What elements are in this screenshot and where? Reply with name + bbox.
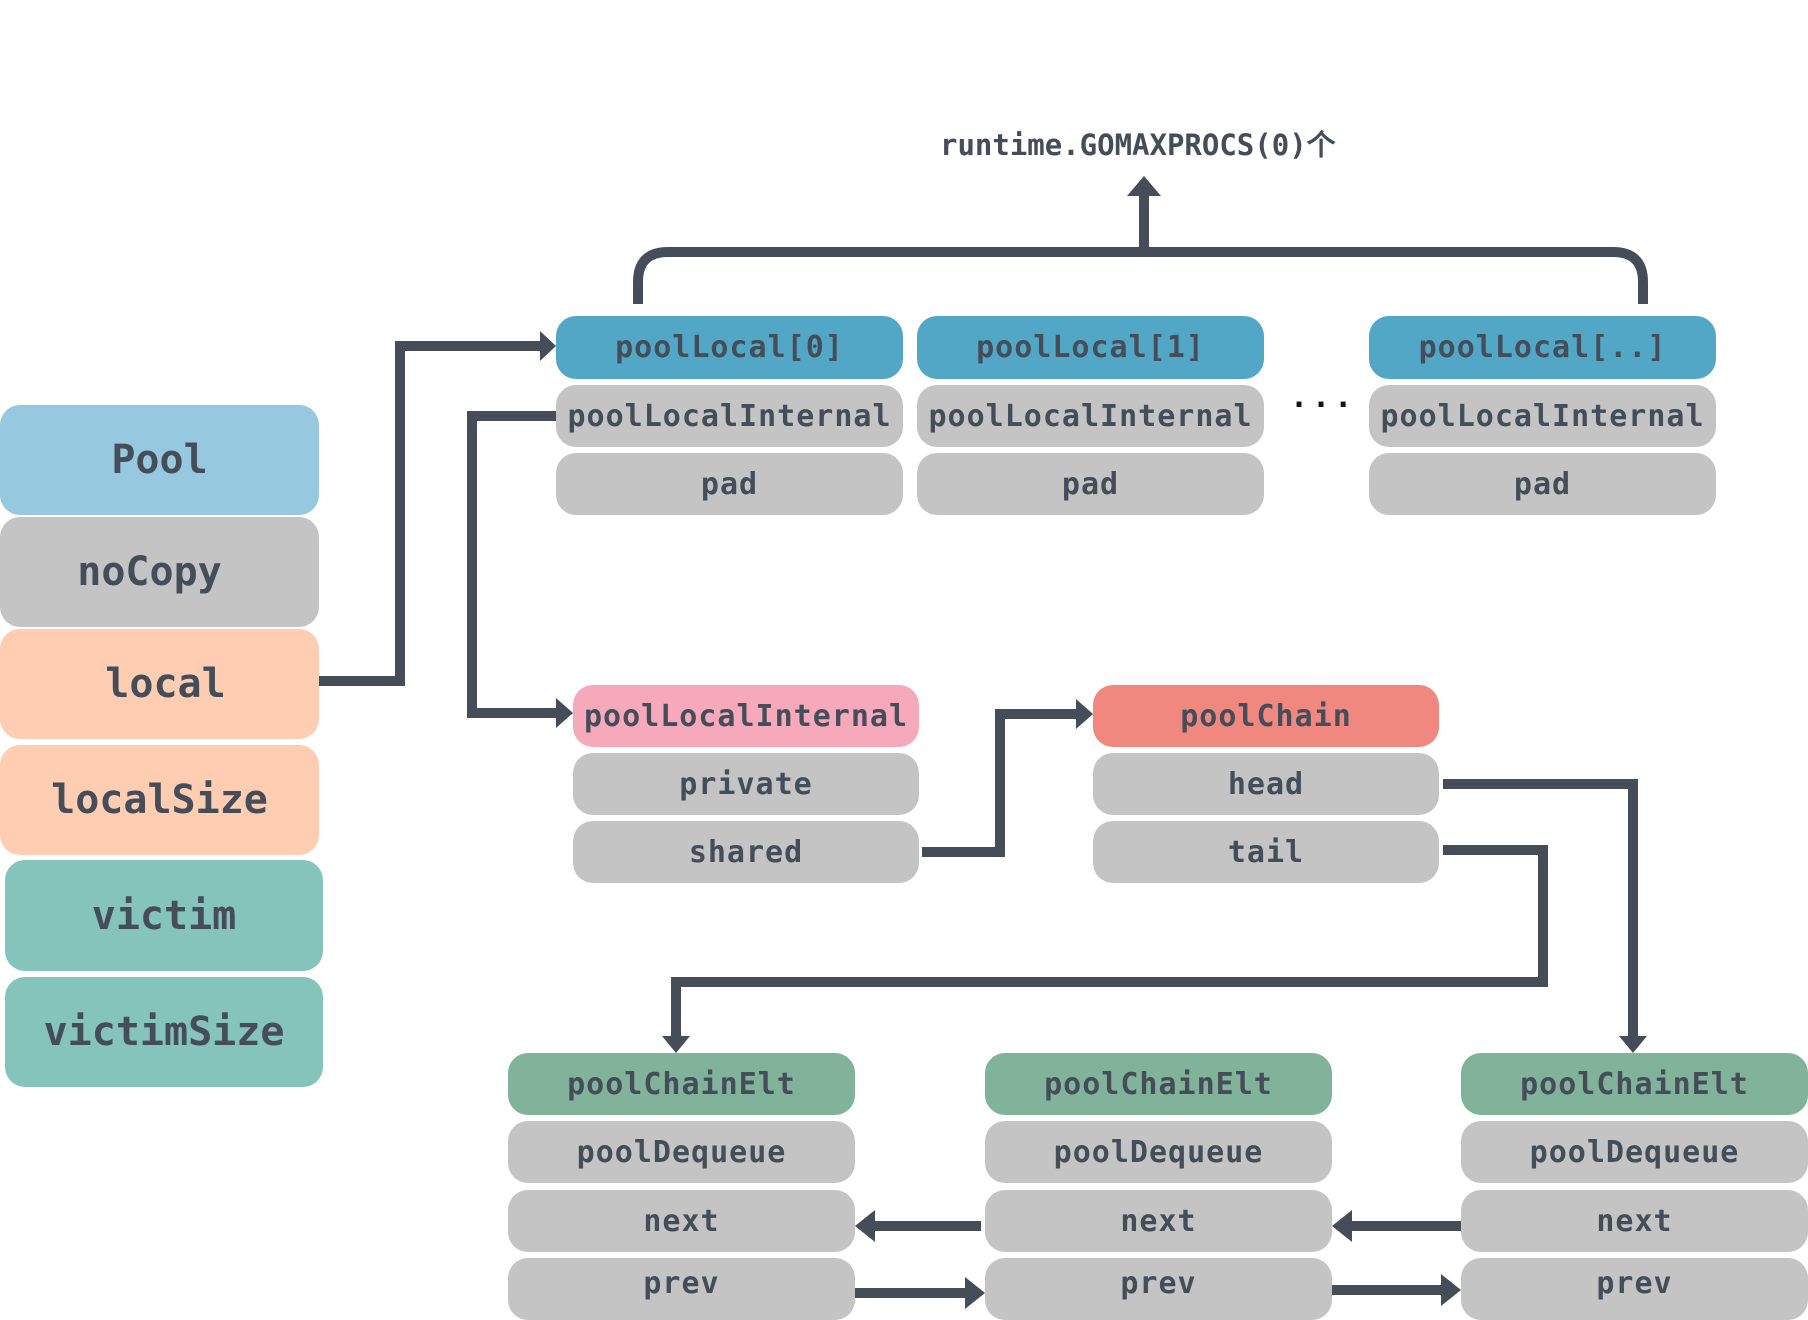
arrowhead-prev-3 xyxy=(1441,1274,1461,1306)
poolchainelt-3-field-pooldequeue: poolDequeue xyxy=(1461,1121,1808,1183)
ellipsis: ... xyxy=(1290,380,1357,415)
poolchainelt-2-field-pooldequeue: poolDequeue xyxy=(985,1121,1332,1183)
poollocalinternal-field-shared: shared xyxy=(573,821,919,883)
connector-shared-to-poolchain xyxy=(922,709,1076,857)
arrowhead-pli-struct xyxy=(556,698,573,728)
poolchain-header: poolChain xyxy=(1093,685,1439,747)
poollocal-1-header: poolLocal[1] xyxy=(917,316,1264,379)
gomaxprocs-label: runtime.GOMAXPROCS(0)个 xyxy=(940,128,1336,162)
pool-field-nocopy: noCopy xyxy=(0,517,319,627)
arrowhead-next-1 xyxy=(855,1210,875,1242)
poolchainelt-1-field-prev: prev xyxy=(508,1258,855,1320)
poollocal-0-field-pad: pad xyxy=(556,453,903,515)
poollocal-0-header: poolLocal[0] xyxy=(556,316,903,379)
poollocalinternal-header: poolLocalInternal xyxy=(573,685,919,747)
poollocal-n-header: poolLocal[..] xyxy=(1369,316,1716,379)
poolchainelt-2-field-next: next xyxy=(985,1190,1332,1252)
poolchain-field-head: head xyxy=(1093,753,1439,815)
arrowhead-prev-2 xyxy=(965,1277,985,1309)
poollocal-0-field-internal: poolLocalInternal xyxy=(556,385,903,447)
poollocal-n-field-pad: pad xyxy=(1369,453,1716,515)
arrowhead-next-2 xyxy=(1332,1210,1352,1242)
pool-field-victimsize: victimSize xyxy=(5,977,323,1087)
poolchainelt-3-field-next: next xyxy=(1461,1190,1808,1252)
connector-pli-to-struct xyxy=(467,411,556,718)
poollocal-1-field-internal: poolLocalInternal xyxy=(917,385,1264,447)
pool-header: Pool xyxy=(0,405,319,515)
poollocal-n-field-internal: poolLocalInternal xyxy=(1369,385,1716,447)
poolchainelt-1-header: poolChainElt xyxy=(508,1053,855,1115)
poolchainelt-2-header: poolChainElt xyxy=(985,1053,1332,1115)
poolchainelt-3-field-prev: prev xyxy=(1461,1258,1808,1320)
poollocal-1-field-pad: pad xyxy=(917,453,1264,515)
poolchainelt-2-field-prev: prev xyxy=(985,1258,1332,1320)
arrowhead-poollocal xyxy=(540,331,556,361)
poolchain-field-tail: tail xyxy=(1093,821,1439,883)
poolchainelt-1-field-pooldequeue: poolDequeue xyxy=(508,1121,855,1183)
pool-field-local: local xyxy=(0,629,319,739)
poollocalinternal-field-private: private xyxy=(573,753,919,815)
arrowhead-elt-right xyxy=(1619,1036,1647,1053)
pool-field-localsize: localSize xyxy=(0,745,319,855)
gomaxprocs-bracket xyxy=(633,247,1648,304)
connector-local-to-poollocal xyxy=(319,341,540,686)
poolchainelt-1-field-next: next xyxy=(508,1190,855,1252)
poolchainelt-3-header: poolChainElt xyxy=(1461,1053,1808,1115)
arrowhead-elt-left xyxy=(662,1036,690,1053)
pool-field-victim: victim xyxy=(5,860,323,971)
arrowhead-poolchain xyxy=(1076,699,1093,729)
arrowhead-gomaxprocs xyxy=(1127,176,1161,196)
